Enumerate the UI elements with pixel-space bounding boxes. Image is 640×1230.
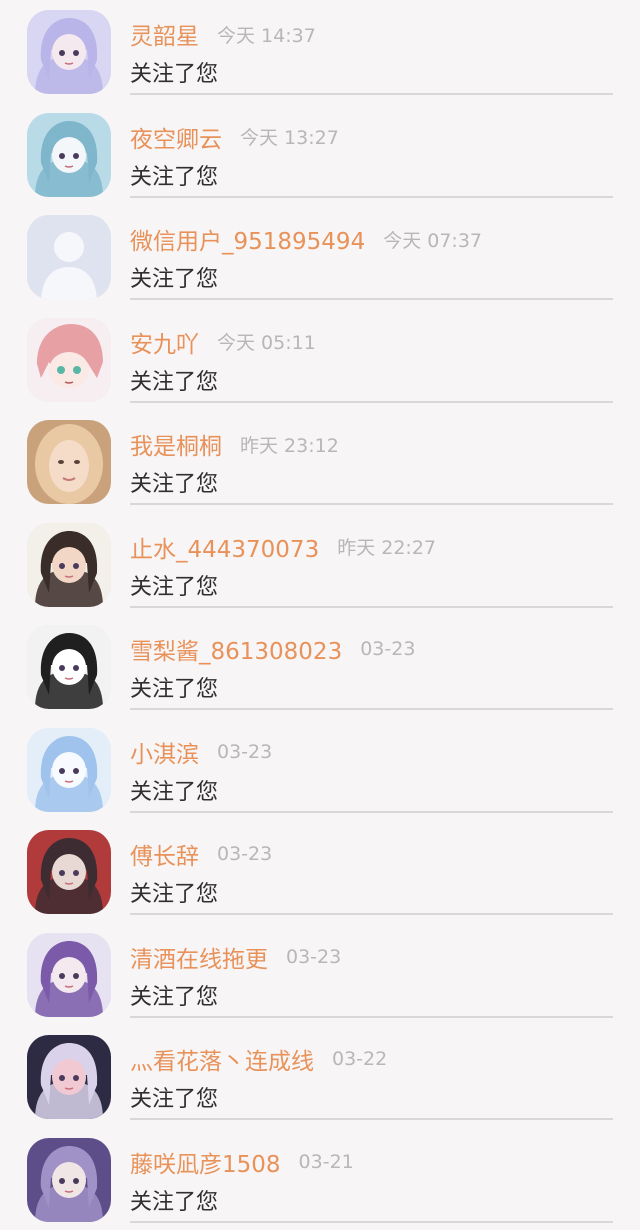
user-avatar[interactable]: [27, 830, 111, 914]
timestamp: 03-23: [217, 843, 273, 865]
notification-message: 关注了您: [130, 472, 219, 497]
row-divider: [130, 503, 613, 505]
name-time-line: 我是桐桐 昨天 23:12: [130, 428, 339, 460]
notification-message: 关注了您: [130, 1087, 219, 1112]
notification-item[interactable]: 安九吖 今天 05:11 关注了您: [0, 308, 640, 410]
notification-item[interactable]: 灬看花落丶连成线 03-22 关注了您: [0, 1025, 640, 1127]
user-avatar[interactable]: [27, 215, 111, 299]
name-time-line: 小淇滨 03-23: [130, 736, 272, 768]
user-avatar[interactable]: [27, 1137, 111, 1222]
user-name[interactable]: 灵韶星: [130, 17, 199, 51]
timestamp: 今天 05:11: [217, 332, 316, 354]
notification-item[interactable]: 止水_444370073 昨天 22:27 关注了您: [0, 513, 640, 615]
user-name[interactable]: 清酒在线拖更: [130, 940, 268, 974]
name-time-line: 微信用户_951895494 今天 07:37: [130, 223, 482, 255]
user-name[interactable]: 雪梨酱_861308023: [130, 632, 342, 666]
name-time-line: 灵韶星 今天 14:37: [130, 18, 316, 50]
notification-message: 关注了您: [130, 882, 219, 907]
name-time-line: 雪梨酱_861308023 03-23: [130, 633, 415, 665]
row-divider: [130, 913, 613, 915]
timestamp: 03-22: [332, 1048, 388, 1070]
name-time-line: 傅长辞 03-23: [130, 838, 272, 870]
name-time-line: 灬看花落丶连成线 03-22: [130, 1043, 387, 1075]
row-divider: [130, 400, 613, 403]
row-divider: [130, 1220, 613, 1223]
user-name[interactable]: 傅长辞: [130, 837, 199, 871]
user-name[interactable]: 小淇滨: [130, 735, 199, 769]
row-divider: [130, 195, 613, 198]
timestamp: 03-23: [217, 740, 273, 763]
row-divider: [130, 708, 613, 710]
notification-item[interactable]: 傅长辞 03-23 关注了您: [0, 820, 640, 922]
user-avatar[interactable]: [27, 112, 111, 197]
notification-item[interactable]: 夜空卿云 今天 13:27 关注了您: [0, 103, 640, 205]
timestamp: 今天 07:37: [383, 229, 482, 252]
notification-message: 关注了您: [130, 267, 219, 292]
user-avatar[interactable]: [27, 625, 111, 709]
notification-message: 关注了您: [130, 62, 219, 87]
timestamp: 昨天 22:27: [337, 537, 436, 559]
name-time-line: 安九吖 今天 05:11: [130, 326, 316, 358]
timestamp: 昨天 23:12: [240, 434, 339, 457]
user-avatar[interactable]: [27, 522, 111, 607]
user-avatar[interactable]: [27, 932, 111, 1017]
user-name[interactable]: 藤咲凪彦1508: [130, 1145, 281, 1179]
timestamp: 03-21: [298, 1150, 354, 1173]
notification-item[interactable]: 微信用户_951895494 今天 07:37 关注了您: [0, 205, 640, 307]
notification-item[interactable]: 清酒在线拖更 03-23 关注了您: [0, 923, 640, 1025]
follower-notification-list: 灵韶星 今天 14:37 关注了您 夜空卿云 今天 13:27 关注了您 微信用户_95…: [0, 0, 640, 1223]
notification-message: 关注了您: [130, 779, 219, 805]
user-avatar[interactable]: [27, 1035, 111, 1119]
row-divider: [130, 1015, 613, 1018]
notification-message: 关注了您: [130, 574, 219, 600]
user-avatar[interactable]: [27, 420, 111, 504]
notification-message: 关注了您: [130, 984, 219, 1010]
notification-message: 关注了您: [130, 1189, 219, 1215]
row-divider: [130, 605, 613, 608]
row-divider: [130, 298, 613, 300]
user-name[interactable]: 安九吖: [130, 325, 199, 359]
notification-item[interactable]: 藤咲凪彦1508 03-21 关注了您: [0, 1128, 640, 1230]
name-time-line: 夜空卿云 今天 13:27: [130, 121, 339, 153]
name-time-line: 止水_444370073 昨天 22:27: [130, 531, 436, 563]
notification-item[interactable]: 我是桐桐 昨天 23:12 关注了您: [0, 410, 640, 512]
row-divider: [130, 93, 613, 95]
timestamp: 03-23: [360, 638, 416, 660]
user-avatar[interactable]: [27, 727, 111, 812]
timestamp: 今天 13:27: [240, 127, 339, 149]
name-time-line: 藤咲凪彦1508 03-21: [130, 1146, 354, 1178]
notification-message: 关注了您: [130, 677, 219, 702]
notification-item[interactable]: 小淇滨 03-23 关注了您: [0, 718, 640, 820]
notification-message: 关注了您: [130, 369, 219, 395]
name-time-line: 清酒在线拖更 03-23: [130, 941, 341, 973]
notification-item[interactable]: 灵韶星 今天 14:37 关注了您: [0, 0, 640, 102]
timestamp: 今天 14:37: [217, 24, 316, 47]
user-avatar[interactable]: [27, 10, 111, 94]
row-divider: [130, 1118, 613, 1120]
user-name[interactable]: 灬看花落丶连成线: [130, 1042, 314, 1076]
row-divider: [130, 810, 613, 813]
notification-message: 关注了您: [130, 164, 219, 190]
user-name[interactable]: 微信用户_951895494: [130, 222, 365, 256]
user-name[interactable]: 我是桐桐: [130, 427, 222, 461]
user-name[interactable]: 夜空卿云: [130, 120, 222, 154]
user-avatar[interactable]: [27, 317, 111, 402]
user-name[interactable]: 止水_444370073: [130, 530, 319, 564]
timestamp: 03-23: [286, 945, 342, 968]
notification-item[interactable]: 雪梨酱_861308023 03-23 关注了您: [0, 615, 640, 717]
